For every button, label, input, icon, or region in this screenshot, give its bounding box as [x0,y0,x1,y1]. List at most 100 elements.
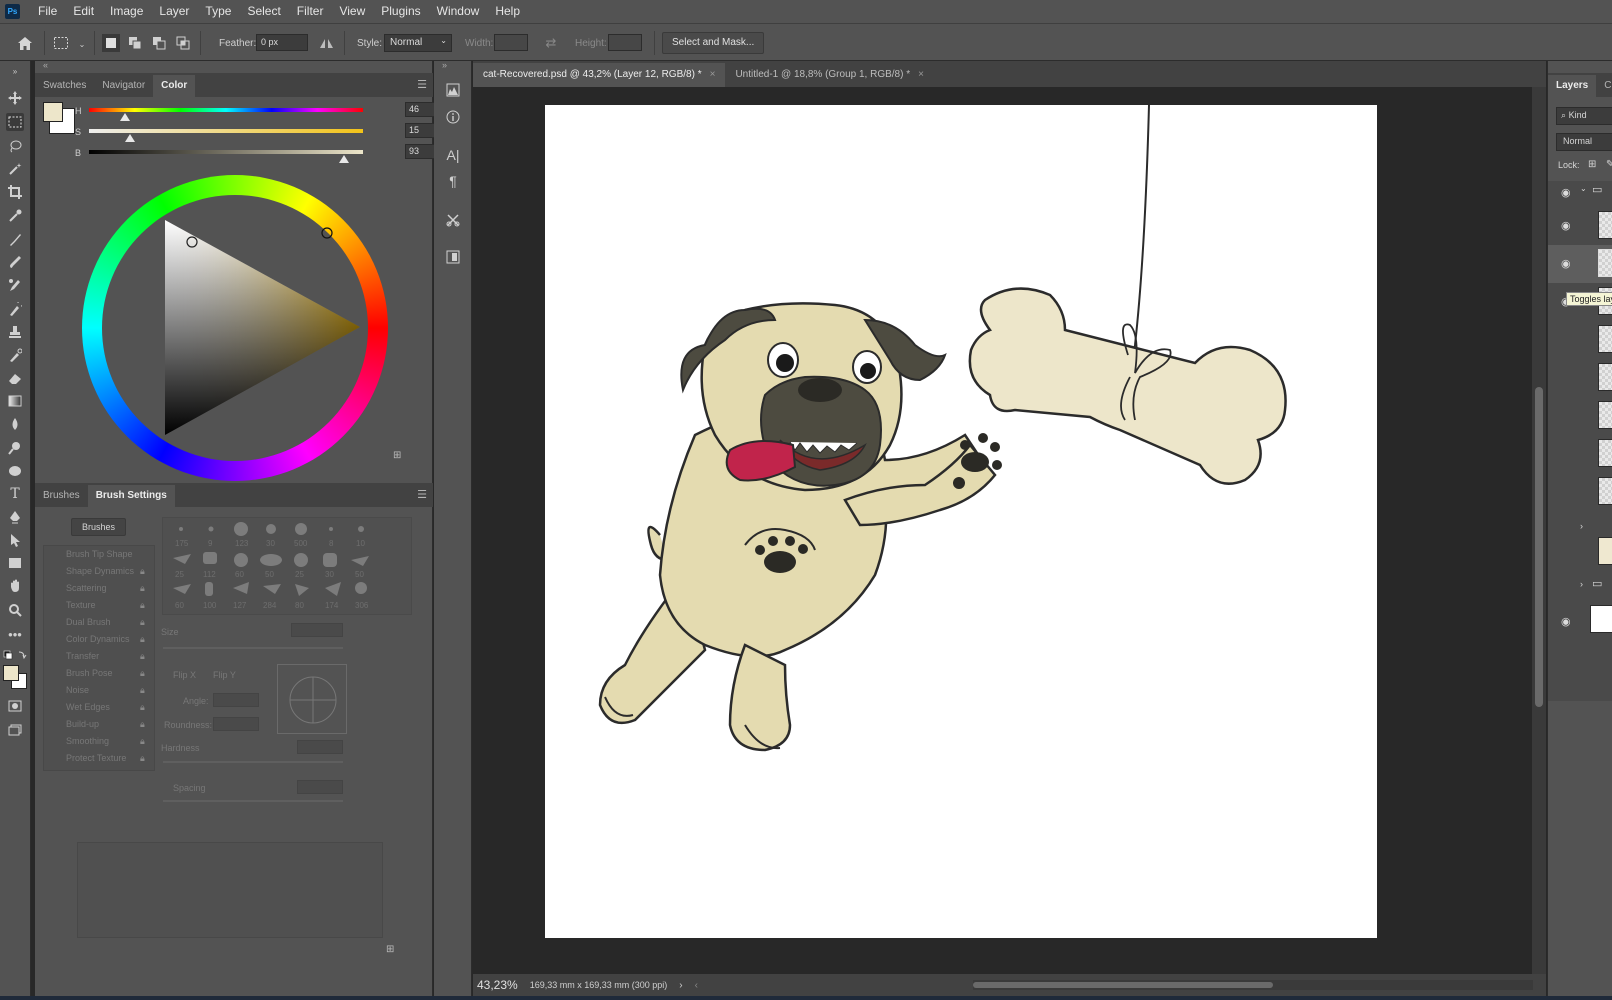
collapse-toolbar-icon[interactable]: » [6,62,24,80]
close-tab-icon[interactable]: × [918,63,924,87]
rectangle-tool-icon[interactable] [6,554,24,572]
new-selection-icon[interactable] [102,34,120,52]
style-select[interactable]: Normal ⌄ [384,34,452,52]
brush-setting-item[interactable]: Brush Pose [66,668,113,678]
lock-icon[interactable]: 🔒︎ [140,668,145,679]
swap-width-height-icon[interactable]: ⇄ [542,34,560,52]
screen-mode-icon[interactable] [6,721,24,739]
brushes-button[interactable]: Brushes [71,518,127,536]
document-tab-cat-recovered[interactable]: cat-Recovered.psd @ 43,2% (Layer 12, RGB… [473,63,726,87]
blur-tool-icon[interactable] [6,415,24,433]
visibility-eye-icon[interactable]: ◉ [1561,186,1573,199]
brush-panel-menu-icon[interactable]: ☰ [417,488,427,501]
horizontal-scroll-thumb[interactable] [973,982,1273,988]
expand-panels-icon[interactable]: » [442,60,447,70]
size-slider[interactable] [163,647,343,649]
canvas[interactable] [545,104,1377,938]
sponge-tool-icon[interactable] [6,462,24,480]
stamp-tool-icon[interactable] [6,323,24,341]
collapse-panels-icon[interactable]: « [43,60,48,70]
lock-icon[interactable]: 🔒︎ [140,583,145,594]
visibility-eye-icon[interactable]: ◉ [1561,257,1573,270]
layer-row[interactable] [1548,321,1612,359]
layer-filter-search[interactable]: ⌕ Kind [1556,107,1612,125]
tab-navigator[interactable]: Navigator [94,75,153,97]
info-icon[interactable] [444,108,462,126]
brush-setting-item[interactable]: Wet Edges [66,702,110,712]
histogram-icon[interactable] [444,81,462,99]
lock-icon[interactable]: 🔒︎ [140,651,145,662]
brush-setting-item[interactable]: Protect Texture [66,753,126,763]
lock-icon[interactable]: 🔒︎ [140,600,145,611]
pen-tool-icon[interactable] [6,508,24,526]
lock-icon[interactable]: 🔒︎ [140,566,145,577]
zoom-level[interactable]: 43,23% [477,978,518,992]
status-menu-chevron-icon[interactable]: › [679,980,682,991]
marquee-tool-icon[interactable] [6,113,24,131]
zoom-tool-icon[interactable] [6,601,24,619]
layer-row[interactable] [1548,533,1612,571]
tool-presets-icon[interactable] [444,211,462,229]
eyedropper-tool-icon[interactable] [6,207,24,225]
menu-image[interactable]: Image [102,0,151,23]
document-tab-untitled-1[interactable]: Untitled-1 @ 18,8% (Group 1, RGB/8) * × [725,63,934,87]
lasso-tool-icon[interactable] [6,137,24,155]
magic-wand-tool-icon[interactable] [6,160,24,178]
tab-channels[interactable]: Cha [1596,75,1612,97]
hue-slider-handle[interactable] [119,113,130,121]
gradient-tool-icon[interactable] [6,392,24,410]
vertical-scrollbar[interactable] [1532,87,1546,974]
menu-type[interactable]: Type [197,0,239,23]
healing-brush-tool-icon[interactable] [6,230,24,248]
lock-icon[interactable]: 🔒︎ [140,685,145,696]
layer-row[interactable] [1548,473,1612,511]
layer-row[interactable]: ◉ [1548,207,1612,245]
clone-source-icon[interactable] [444,248,462,266]
lock-image-pixels-icon[interactable]: ✎ [1606,159,1612,170]
angle-input[interactable] [213,693,259,707]
hardness-input[interactable] [297,740,343,754]
layer-row[interactable] [1548,435,1612,473]
move-tool-icon[interactable] [6,89,24,107]
brush-setting-item[interactable]: Dual Brush [66,617,111,627]
menu-file[interactable]: File [30,0,65,23]
color-panel-foreground-swatch[interactable] [43,102,63,122]
menu-layer[interactable]: Layer [151,0,197,23]
brush-setting-item[interactable]: Color Dynamics [66,634,130,644]
anti-alias-icon[interactable] [318,34,336,52]
close-tab-icon[interactable]: × [710,63,716,87]
create-new-brush-icon[interactable]: ⊞ [386,944,394,955]
lock-icon[interactable]: 🔒︎ [140,753,145,764]
lock-icon[interactable]: 🔒︎ [140,634,145,645]
hardness-slider[interactable] [163,761,343,763]
visibility-eye-icon[interactable]: ◉ [1561,615,1573,628]
document-info[interactable]: 169,33 mm x 169,33 mm (300 ppi) [530,980,668,990]
spacing-checkbox[interactable]: Spacing [173,783,206,793]
expand-icon[interactable]: ⊞ [393,450,401,461]
menu-select[interactable]: Select [239,0,288,23]
brush-setting-item[interactable]: Scattering [66,583,107,593]
tab-color[interactable]: Color [153,75,196,97]
path-selection-tool-icon[interactable] [6,531,24,549]
brush-setting-item[interactable]: Texture [66,600,96,610]
saturation-slider-handle[interactable] [125,134,136,142]
visibility-eye-icon[interactable]: ◉ [1561,219,1573,232]
lock-icon[interactable]: 🔒︎ [140,736,145,747]
flip-y-checkbox[interactable]: Flip Y [213,670,236,680]
hand-tool-icon[interactable] [6,577,24,595]
tab-layers[interactable]: Layers [1548,75,1597,97]
history-brush-tool-icon[interactable] [6,300,24,318]
tab-brush-settings[interactable]: Brush Settings [87,485,175,507]
brush-setting-item[interactable]: Noise [66,685,89,695]
menu-help[interactable]: Help [487,0,528,23]
brush-setting-item[interactable]: Transfer [66,651,99,661]
spacing-input[interactable] [297,780,343,794]
saturation-slider-track[interactable] [89,129,363,133]
brush-angle-preview[interactable] [277,664,347,734]
brush-setting-item[interactable]: Smoothing [66,736,109,746]
paragraph-icon[interactable]: ¶ [444,172,462,190]
eraser-tool-icon[interactable] [6,369,24,387]
brush-tool-icon[interactable] [6,253,24,271]
tab-brushes[interactable]: Brushes [35,485,88,507]
tool-preset-chevron-icon[interactable]: ⌄ [73,35,91,53]
